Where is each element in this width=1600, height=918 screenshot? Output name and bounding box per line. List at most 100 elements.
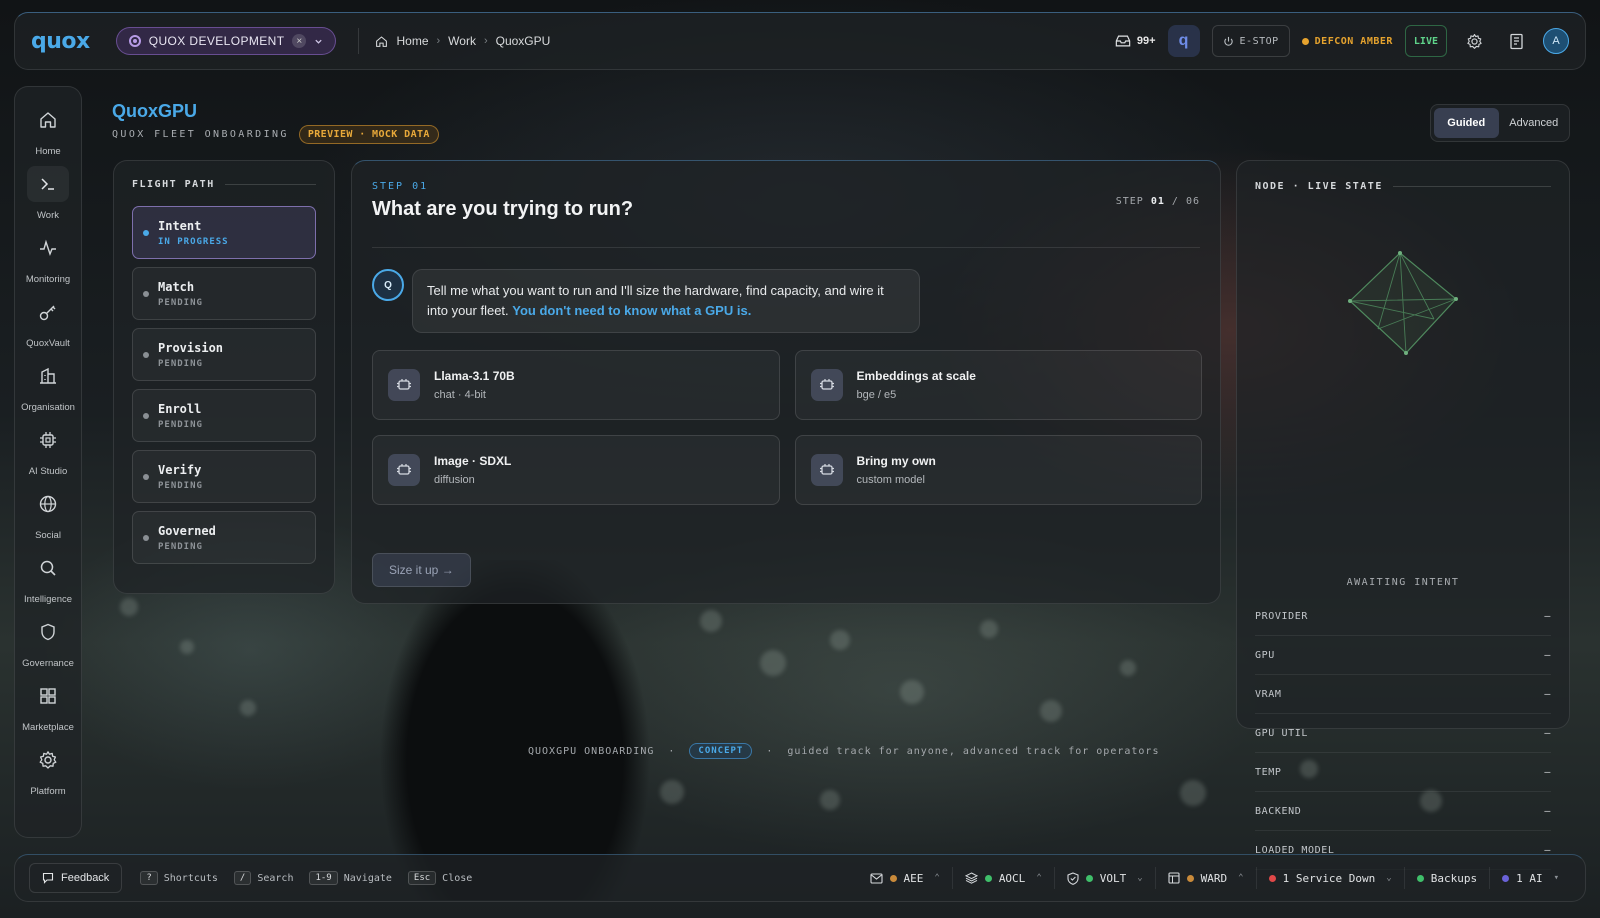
step-counter-separator: /: [1171, 196, 1179, 207]
rail-item-work[interactable]: Work: [15, 161, 81, 225]
option-custom[interactable]: Bring my own custom model: [794, 435, 1202, 505]
quox-assistant-button[interactable]: q: [1167, 25, 1200, 57]
flight-step-enroll[interactable]: Enroll PENDING: [132, 389, 316, 442]
terminal-icon: [27, 165, 69, 202]
step-state: IN PROGRESS: [158, 236, 229, 247]
status-dot: [984, 874, 992, 882]
status-indicators: AEE ⌃ AOCL ⌃ VOLT ⌄ WARD ⌃ 1 Service Down ⌄ B…: [858, 867, 1571, 889]
divider: [358, 28, 360, 54]
rail-item-intelligence[interactable]: Intelligence: [15, 545, 81, 609]
status-ward[interactable]: WARD ⌃: [1154, 867, 1256, 889]
docs-button[interactable]: [1501, 26, 1531, 56]
kbd-key: 1-9: [309, 871, 338, 885]
rail-item-social[interactable]: Social: [15, 481, 81, 545]
chip-icon: [388, 454, 420, 486]
home-icon: [27, 102, 69, 138]
rail-item-platform[interactable]: Platform: [15, 737, 81, 801]
rail-label: Organisation: [21, 401, 75, 413]
field-key: PROVIDER: [1255, 610, 1308, 622]
size-it-up-button[interactable]: Size it up →: [372, 553, 471, 587]
kbd-label: Shortcuts: [163, 872, 218, 884]
bottom-bar: Feedback ? Shortcuts / Search 1-9 Navigate …: [14, 854, 1586, 902]
hotkey-hints: ? Shortcuts / Search 1-9 Navigate Esc Close: [140, 871, 472, 885]
mode-guided-button[interactable]: Guided: [1434, 108, 1499, 138]
flight-step-governed[interactable]: Governed PENDING: [132, 511, 316, 564]
inbox-button[interactable]: 99+: [1115, 34, 1156, 48]
chevron-down-icon: ⌄: [1386, 873, 1392, 883]
panel-icon: [1168, 872, 1180, 884]
chip-icon: [810, 369, 843, 401]
status-dot: [1186, 874, 1194, 882]
page-subtitle-row: QUOX FLEET ONBOARDING PREVIEW · MOCK DAT…: [112, 125, 439, 144]
mail-icon: [869, 872, 883, 884]
status-backups[interactable]: Backups: [1403, 867, 1489, 889]
chevron-down-icon[interactable]: [314, 37, 323, 46]
breadcrumb-work[interactable]: Work: [448, 34, 476, 48]
status-service-down[interactable]: 1 Service Down ⌄: [1255, 867, 1404, 889]
rail-item-marketplace[interactable]: Marketplace: [15, 673, 81, 737]
live-badge[interactable]: LIVE: [1404, 25, 1447, 57]
status-label: VOLT: [1099, 871, 1127, 885]
divider: [372, 247, 1200, 248]
node-field-vram: VRAM —: [1255, 675, 1551, 714]
flight-step-intent[interactable]: Intent IN PROGRESS: [132, 206, 316, 259]
key-icon: [27, 294, 69, 330]
option-sdxl[interactable]: Image · SDXL diffusion: [372, 435, 780, 505]
settings-button[interactable]: [1459, 26, 1489, 56]
kbd-key: /: [233, 871, 252, 885]
avatar[interactable]: A: [1543, 28, 1569, 54]
kbd-key: ?: [140, 871, 158, 885]
status-dot: [143, 473, 149, 480]
status-dot: [143, 412, 149, 419]
chip-icon: [810, 454, 843, 486]
flight-path-header: FLIGHT PATH: [132, 179, 316, 190]
rail-item-ai-studio[interactable]: AI Studio: [15, 417, 81, 481]
caption-separator: ·: [668, 745, 676, 757]
flight-step-match[interactable]: Match PENDING: [132, 267, 316, 320]
option-title: Image · SDXL: [434, 454, 512, 468]
feedback-button[interactable]: Feedback: [29, 863, 123, 893]
estop-button[interactable]: E-STOP: [1211, 25, 1290, 57]
status-volt[interactable]: VOLT ⌄: [1053, 867, 1155, 889]
status-ai[interactable]: 1 AI ▾: [1489, 867, 1571, 889]
breadcrumb-home[interactable]: Home: [396, 34, 428, 48]
status-dot: [1416, 874, 1424, 882]
step-state: PENDING: [158, 419, 203, 430]
mode-advanced-button[interactable]: Advanced: [1502, 108, 1567, 138]
caption-left: QUOXGPU ONBOARDING: [528, 745, 655, 757]
step-state: PENDING: [158, 541, 203, 552]
field-key: GPU: [1255, 649, 1275, 661]
rail-item-organisation[interactable]: Organisation: [15, 353, 81, 417]
clear-environment-icon[interactable]: ×: [292, 34, 307, 48]
kbd-key: Esc: [407, 871, 437, 885]
defcon-status[interactable]: DEFCON AMBER: [1301, 36, 1393, 47]
rail-label: QuoxVault: [26, 337, 70, 349]
app-logo[interactable]: quox: [31, 29, 90, 54]
node-field-temp: TEMP —: [1255, 753, 1551, 792]
top-bar: quox QUOX DEVELOPMENT × Home › Work › Qu…: [14, 12, 1586, 70]
status-label: WARD: [1200, 871, 1228, 885]
status-aee[interactable]: AEE ⌃: [858, 867, 952, 889]
flight-step-verify[interactable]: Verify PENDING: [132, 450, 316, 503]
step-name: Provision: [158, 340, 224, 355]
status-label: 1 Service Down: [1282, 871, 1376, 885]
status-dot: [143, 351, 149, 358]
rail-label: Intelligence: [23, 593, 73, 605]
option-title: Embeddings at scale: [856, 369, 976, 383]
status-aocl[interactable]: AOCL ⌃: [951, 867, 1054, 889]
flight-step-provision[interactable]: Provision PENDING: [132, 328, 316, 381]
environment-selector[interactable]: QUOX DEVELOPMENT ×: [115, 27, 337, 55]
rail-item-home[interactable]: Home: [15, 97, 81, 161]
grid-icon: [27, 678, 69, 714]
option-llama[interactable]: Llama-3.1 70B chat · 4-bit: [372, 350, 780, 420]
assistant-accent-text: You don't need to know what a GPU is.: [512, 303, 752, 318]
rail-item-quoxvault[interactable]: QuoxVault: [15, 289, 81, 353]
option-embeddings[interactable]: Embeddings at scale bge / e5: [794, 350, 1202, 420]
rail-item-governance[interactable]: Governance: [15, 609, 81, 673]
step-name: Verify: [158, 462, 202, 477]
option-subtitle: chat · 4-bit: [434, 389, 486, 401]
node-status: AWAITING INTENT: [1346, 577, 1460, 588]
rail-item-monitoring[interactable]: Monitoring: [15, 225, 81, 289]
status-label: AOCL: [998, 871, 1026, 885]
status-dot: [889, 874, 897, 882]
